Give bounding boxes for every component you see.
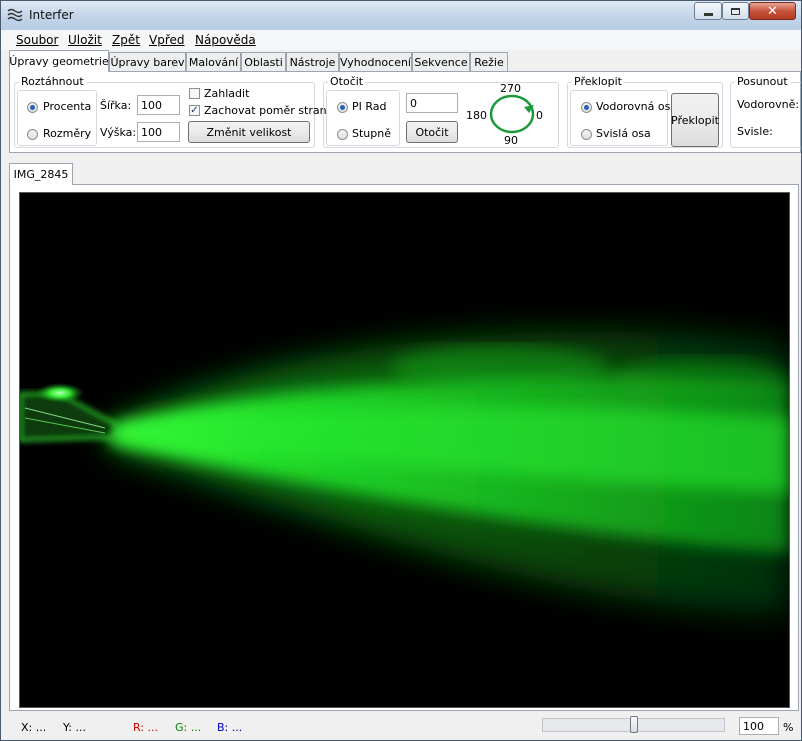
zoom-unit-label: % bbox=[783, 721, 794, 734]
app-waves-icon bbox=[7, 8, 23, 22]
maximize-icon bbox=[731, 7, 740, 15]
resize-group-label: Roztáhnout bbox=[19, 75, 86, 88]
flip-axis-box: Vodorovná osa Svislá osa bbox=[570, 90, 677, 146]
zoom-input[interactable] bbox=[739, 717, 779, 735]
title-bar[interactable]: Interfer ✕ bbox=[1, 1, 801, 31]
menu-bar: Soubor Uložit Zpět Vpřed Nápověda bbox=[1, 30, 801, 50]
status-y: Y: ... bbox=[63, 721, 86, 734]
rotate-unit-box: PI Rad Stupně bbox=[326, 90, 400, 146]
close-button[interactable]: ✕ bbox=[749, 2, 796, 20]
resize-percent-radio[interactable] bbox=[27, 102, 38, 113]
flip-group-label: Překlopit bbox=[572, 75, 624, 88]
flip-vertical-radio[interactable] bbox=[581, 129, 592, 140]
status-b: B: ... bbox=[217, 721, 243, 734]
width-input[interactable] bbox=[137, 95, 180, 115]
height-input[interactable] bbox=[137, 122, 180, 142]
menu-napoveda[interactable]: Nápověda bbox=[195, 33, 256, 47]
image-canvas[interactable] bbox=[19, 192, 790, 708]
tab-malovani[interactable]: Malování bbox=[186, 52, 241, 71]
minimize-button[interactable] bbox=[694, 2, 722, 20]
rotate-button[interactable]: Otočit bbox=[406, 121, 458, 143]
rotation-dial-icon[interactable] bbox=[488, 93, 536, 135]
tab-vyhodnoceni[interactable]: Vyhodnocení bbox=[339, 52, 412, 71]
window-title: Interfer bbox=[29, 8, 74, 22]
menu-zpet[interactable]: Zpět bbox=[112, 33, 140, 47]
shift-group: Posunout Vodorovně: Svisle: bbox=[730, 75, 801, 148]
resize-percent-label[interactable]: Procenta bbox=[43, 100, 91, 113]
tab-sekvence[interactable]: Sekvence bbox=[412, 52, 470, 71]
flip-group: Překlopit Vodorovná osa Svislá osa Překl… bbox=[567, 75, 723, 148]
close-icon: ✕ bbox=[767, 3, 778, 19]
shift-group-label: Posunout bbox=[735, 75, 790, 88]
rotate-degrees-label[interactable]: Stupně bbox=[352, 127, 391, 140]
resize-group: Roztáhnout Procenta Rozměry Šířka: Výška… bbox=[14, 75, 327, 148]
dial-label-bottom: 90 bbox=[504, 134, 518, 147]
shift-vertical-label: Svisle: bbox=[737, 125, 773, 138]
menu-ulozit[interactable]: Uložit bbox=[68, 33, 102, 47]
rotate-group: Otočit PI Rad Stupně Otočit 270 180 0 90 bbox=[323, 75, 559, 148]
tab-upravy-barev[interactable]: Úpravy barev bbox=[109, 52, 186, 71]
keep-ratio-label[interactable]: Zachovat poměr stran bbox=[204, 104, 327, 117]
document-area bbox=[9, 184, 799, 711]
ribbon-panel: Roztáhnout Procenta Rozměry Šířka: Výška… bbox=[9, 71, 801, 153]
smooth-label[interactable]: Zahladit bbox=[204, 87, 249, 100]
menu-soubor[interactable]: Soubor bbox=[16, 33, 58, 47]
rotate-pirad-label[interactable]: PI Rad bbox=[352, 100, 387, 113]
dial-label-left: 180 bbox=[466, 109, 487, 122]
dial-label-right: 0 bbox=[536, 109, 543, 122]
tab-oblasti[interactable]: Oblasti bbox=[241, 52, 286, 71]
rotate-group-label: Otočit bbox=[328, 75, 366, 88]
minimize-icon bbox=[703, 12, 713, 16]
flip-horizontal-radio[interactable] bbox=[581, 102, 592, 113]
height-label: Výška: bbox=[100, 126, 137, 139]
flip-vertical-label[interactable]: Svislá osa bbox=[596, 127, 651, 140]
rotate-degrees-radio[interactable] bbox=[337, 129, 348, 140]
status-bar: X: ... Y: ... R: ... G: ... B: ... % bbox=[1, 713, 801, 740]
rotate-angle-input[interactable] bbox=[406, 93, 458, 113]
app-window: Interfer ✕ Soubor Uložit Zpět Vpřed Nápo… bbox=[0, 0, 802, 741]
shift-horizontal-label: Vodorovně: bbox=[737, 98, 800, 111]
flip-horizontal-label[interactable]: Vodorovná osa bbox=[596, 100, 677, 113]
document-tab[interactable]: IMG_2845 bbox=[9, 163, 73, 185]
tab-nastroje[interactable]: Nástroje bbox=[286, 52, 339, 71]
status-x: X: ... bbox=[21, 721, 47, 734]
zoom-slider-thumb[interactable] bbox=[629, 716, 638, 733]
laser-beam-image bbox=[20, 331, 789, 613]
maximize-button[interactable] bbox=[722, 2, 749, 20]
menu-vpred[interactable]: Vpřed bbox=[149, 33, 185, 47]
flip-button[interactable]: Překlopit bbox=[671, 93, 719, 147]
width-label: Šířka: bbox=[100, 99, 132, 112]
rotate-pirad-radio[interactable] bbox=[337, 102, 348, 113]
resize-size-label[interactable]: Rozměry bbox=[43, 127, 91, 140]
resize-mode-box: Procenta Rozměry bbox=[17, 90, 97, 146]
tab-rezie[interactable]: Režie bbox=[470, 52, 508, 71]
keep-ratio-checkbox[interactable]: ✓ bbox=[189, 105, 200, 116]
resize-button[interactable]: Změnit velikost bbox=[188, 121, 310, 143]
tab-upravy-geometrie[interactable]: Úpravy geometrie bbox=[9, 50, 109, 72]
smooth-checkbox[interactable] bbox=[189, 88, 200, 99]
resize-size-radio[interactable] bbox=[27, 129, 38, 140]
status-r: R: ... bbox=[133, 721, 158, 734]
status-g: G: ... bbox=[175, 721, 202, 734]
